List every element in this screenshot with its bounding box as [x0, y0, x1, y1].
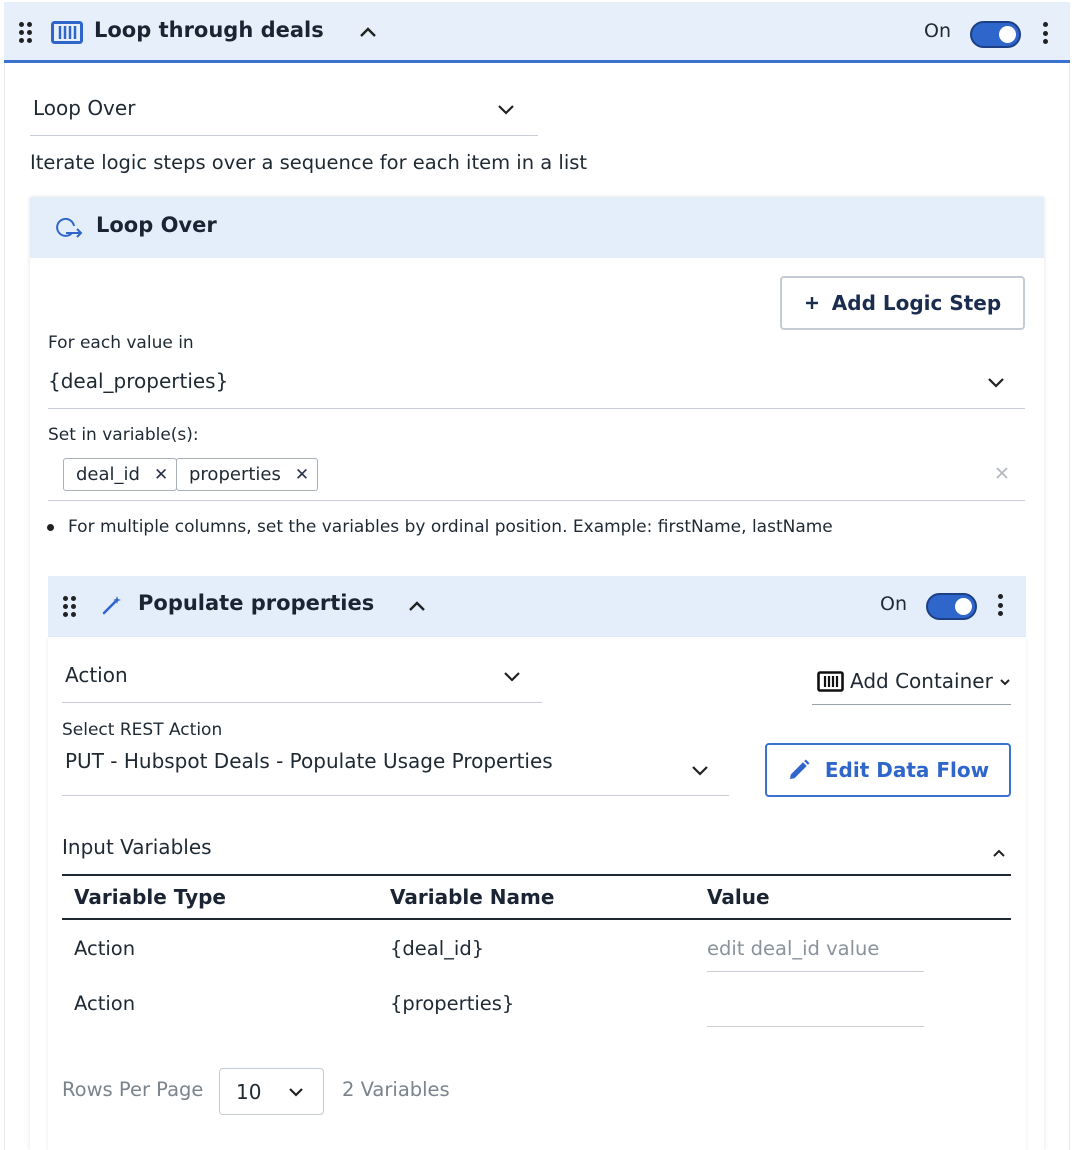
variable-count: 2 Variables	[342, 1078, 450, 1101]
column-header: Variable Name	[390, 885, 555, 909]
chevron-down-icon	[289, 1087, 304, 1097]
column-header: Value	[707, 885, 770, 909]
populate-step-title: Populate properties	[138, 591, 375, 615]
rest-action-label: Select REST Action	[62, 720, 223, 740]
plus-icon	[805, 297, 818, 309]
loop-over-title: Loop Over	[96, 213, 217, 237]
value-input[interactable]: edit deal_id value	[707, 937, 924, 972]
table-top-rule	[62, 874, 1011, 876]
step-type-description: Iterate logic steps over a sequence for …	[30, 151, 588, 174]
add-logic-step-button[interactable]: Add Logic Step	[780, 276, 1025, 330]
add-container-label: Add Container	[850, 669, 993, 693]
set-variables-label: Set in variable(s):	[48, 425, 199, 445]
drag-handle-icon[interactable]	[63, 596, 76, 617]
step-type-underline	[30, 135, 538, 136]
collapse-chevron-icon[interactable]	[992, 843, 1006, 857]
ordinal-hint: For multiple columns, set the variables …	[68, 517, 833, 537]
more-options-icon[interactable]	[998, 594, 1004, 616]
rows-per-page-select[interactable]: 10	[219, 1068, 324, 1115]
table-cell-name: {properties}	[390, 992, 515, 1015]
variable-chip-label: deal_id	[76, 464, 140, 485]
edit-data-flow-label: Edit Data Flow	[824, 758, 990, 782]
remove-chip-icon[interactable]: ✕	[154, 465, 168, 485]
action-type-underline	[62, 702, 542, 703]
rest-action-underline	[62, 795, 729, 796]
input-variables-title: Input Variables	[62, 835, 212, 859]
variable-chip: properties ✕	[176, 458, 319, 491]
add-container-button[interactable]: Add Container	[812, 664, 1011, 705]
for-each-label: For each value in	[48, 333, 194, 353]
pencil-icon	[789, 759, 810, 779]
column-header: Variable Type	[74, 885, 226, 909]
rest-action-select[interactable]: PUT - Hubspot Deals - Populate Usage Pro…	[65, 749, 553, 773]
action-type-select[interactable]: Action	[65, 663, 128, 687]
variables-underline	[48, 500, 1025, 501]
populate-enable-toggle[interactable]	[926, 593, 977, 620]
loop-enable-toggle[interactable]	[970, 21, 1021, 48]
collapse-chevron-icon[interactable]	[358, 24, 378, 38]
clear-all-icon[interactable]	[993, 464, 1011, 482]
collapse-chevron-icon[interactable]	[407, 598, 427, 612]
toggle-label: On	[924, 20, 951, 42]
for-each-underline	[48, 408, 1025, 409]
variable-chip: deal_id ✕	[63, 458, 178, 491]
table-cell-type: Action	[74, 937, 136, 960]
variable-chip-label: properties	[189, 464, 281, 485]
add-logic-step-label: Add Logic Step	[831, 291, 1002, 315]
container-icon	[51, 21, 83, 44]
step-type-select[interactable]: Loop Over	[33, 96, 135, 120]
table-header-rule	[62, 918, 1011, 920]
drag-handle-icon[interactable]	[19, 22, 32, 43]
chevron-down-icon[interactable]	[496, 102, 516, 116]
for-each-select[interactable]: {deal_properties}	[48, 369, 228, 393]
chevron-down-icon[interactable]	[986, 375, 1006, 389]
toggle-label: On	[880, 593, 907, 615]
chevron-down-icon	[1000, 679, 1010, 686]
bullet-icon	[47, 524, 54, 531]
loop-block-title: Loop through deals	[94, 18, 324, 42]
rows-per-page-label: Rows Per Page	[62, 1078, 204, 1101]
loop-icon	[54, 214, 84, 240]
remove-chip-icon[interactable]: ✕	[295, 465, 309, 485]
table-cell-type: Action	[74, 992, 136, 1015]
chevron-down-icon[interactable]	[502, 669, 522, 683]
edit-data-flow-button[interactable]: Edit Data Flow	[765, 743, 1011, 797]
container-icon	[817, 671, 844, 692]
chevron-down-icon[interactable]	[690, 763, 710, 777]
magic-wand-icon	[100, 593, 124, 617]
more-options-icon[interactable]	[1043, 22, 1049, 44]
rows-per-page-value: 10	[236, 1079, 262, 1104]
value-input[interactable]	[707, 992, 924, 1027]
table-cell-name: {deal_id}	[390, 937, 485, 960]
